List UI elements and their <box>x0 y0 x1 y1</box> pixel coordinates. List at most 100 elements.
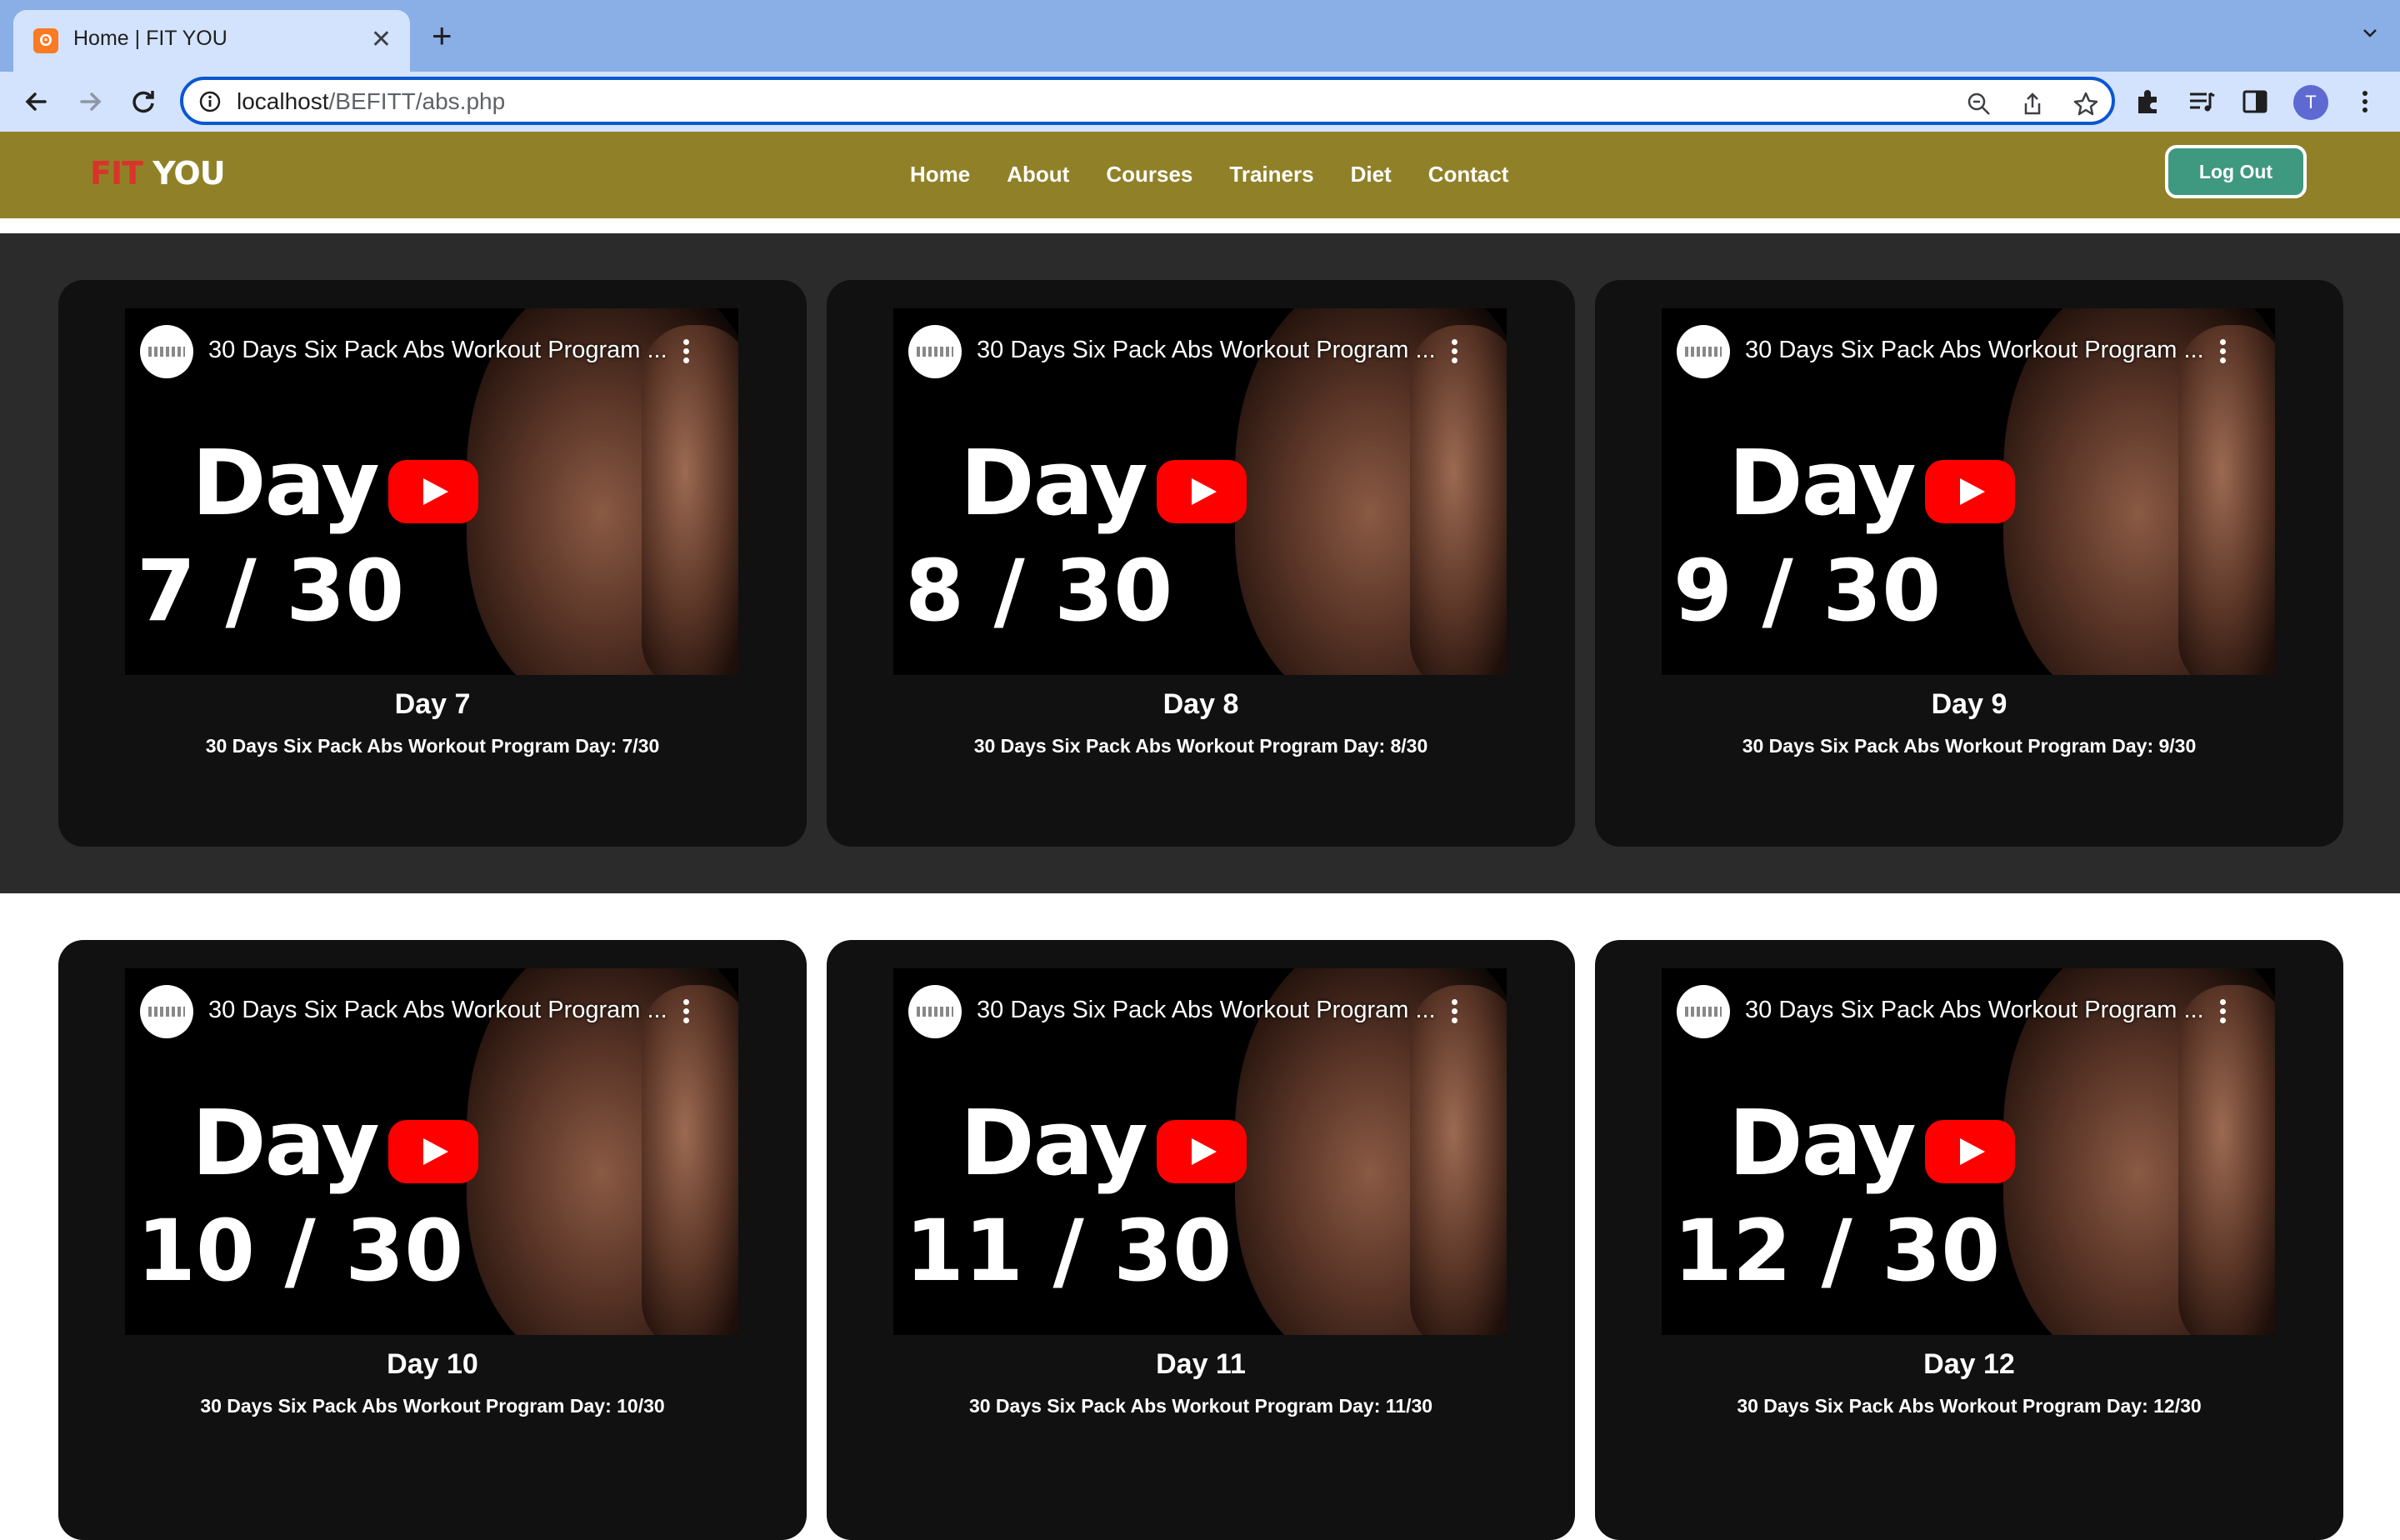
profile-avatar[interactable]: T <box>2293 85 2328 120</box>
thumbnail-day-word: Day <box>960 432 1148 536</box>
video-title[interactable]: 30 Days Six Pack Abs Workout Program ... <box>1745 337 2204 364</box>
channel-avatar-icon[interactable] <box>140 985 193 1038</box>
video-title[interactable]: 30 Days Six Pack Abs Workout Program ... <box>1745 997 2204 1024</box>
video-card: Day 10 / 30 30 Days Six Pack Abs Workout… <box>58 940 807 1540</box>
url-path: /BEFITT/abs.php <box>328 88 506 114</box>
card-description: 30 Days Six Pack Abs Workout Program Day… <box>968 1395 1433 1417</box>
video-more-icon[interactable] <box>2218 997 2227 1027</box>
video-card: Day 12 / 30 30 Days Six Pack Abs Workout… <box>1595 940 2343 1540</box>
video-header: 30 Days Six Pack Abs Workout Program ... <box>140 985 723 1038</box>
video-section-dark: Day 7 / 30 30 Days Six Pack Abs Workout … <box>0 233 2400 893</box>
youtube-play-icon[interactable] <box>1925 1120 2015 1183</box>
thumbnail-day-count: 7 / 30 <box>137 542 405 641</box>
nav-about[interactable]: About <box>1007 162 1069 188</box>
video-title[interactable]: 30 Days Six Pack Abs Workout Program ... <box>977 337 1436 364</box>
browser-tab-active[interactable]: ʘ Home | FIT YOU ✕ <box>13 10 410 72</box>
card-title: Day 7 <box>394 688 471 720</box>
card-title: Day 8 <box>1162 688 1239 720</box>
tab-title: Home | FIT YOU <box>73 27 228 50</box>
tab-close-icon[interactable]: ✕ <box>371 25 392 55</box>
share-icon[interactable] <box>2018 90 2047 118</box>
channel-avatar-icon[interactable] <box>908 985 962 1038</box>
channel-avatar-icon[interactable] <box>908 325 962 378</box>
logout-button[interactable]: Log Out <box>2165 145 2307 198</box>
card-description: 30 Days Six Pack Abs Workout Program Day… <box>1737 1395 2202 1417</box>
nav-trainers[interactable]: Trainers <box>1229 162 1313 188</box>
forward-arrow-icon[interactable] <box>72 83 108 120</box>
zoom-icon[interactable] <box>1965 90 1993 118</box>
video-more-icon[interactable] <box>682 337 690 367</box>
card-description: 30 Days Six Pack Abs Workout Program Day… <box>200 1395 665 1417</box>
card-title: Day 10 <box>387 1348 478 1380</box>
youtube-play-icon[interactable] <box>1157 1120 1247 1183</box>
video-embed[interactable]: Day 10 / 30 30 Days Six Pack Abs Workout… <box>125 968 738 1335</box>
video-card: Day 11 / 30 30 Days Six Pack Abs Workout… <box>827 940 1575 1540</box>
video-embed[interactable]: Day 11 / 30 30 Days Six Pack Abs Workout… <box>893 968 1507 1335</box>
video-title[interactable]: 30 Days Six Pack Abs Workout Program ... <box>208 997 668 1024</box>
video-embed[interactable]: Day 12 / 30 30 Days Six Pack Abs Workout… <box>1662 968 2275 1335</box>
nav-contact[interactable]: Contact <box>1428 162 1509 188</box>
channel-avatar-icon[interactable] <box>1677 985 1730 1038</box>
nav-diet[interactable]: Diet <box>1351 162 1392 188</box>
thumbnail-day-count: 9 / 30 <box>1673 542 1942 641</box>
thumbnail-day-count: 11 / 30 <box>905 1202 1232 1301</box>
channel-avatar-icon[interactable] <box>140 325 193 378</box>
video-title[interactable]: 30 Days Six Pack Abs Workout Program ... <box>208 337 668 364</box>
new-tab-button[interactable]: + <box>432 18 452 53</box>
side-panel-icon[interactable] <box>2240 87 2270 117</box>
media-queue-icon[interactable] <box>2187 87 2217 117</box>
url-host: localhost <box>237 88 329 114</box>
extensions-puzzle-icon[interactable] <box>2133 87 2163 117</box>
youtube-play-icon[interactable] <box>388 1120 478 1183</box>
nav-home[interactable]: Home <box>910 162 970 188</box>
card-description: 30 Days Six Pack Abs Workout Program Day… <box>1742 735 2197 757</box>
youtube-play-icon[interactable] <box>1925 460 2015 523</box>
address-bar[interactable]: localhost/BEFITT/abs.php <box>180 77 2115 125</box>
video-header: 30 Days Six Pack Abs Workout Program ... <box>1677 325 2260 378</box>
brand-fit: FIT <box>90 155 143 192</box>
site-info-icon[interactable] <box>198 90 222 113</box>
xampp-favicon-icon: ʘ <box>33 28 58 53</box>
bookmark-star-icon[interactable] <box>2072 90 2100 118</box>
video-card: Day 8 / 30 30 Days Six Pack Abs Workout … <box>827 280 1575 847</box>
card-title: Day 9 <box>1931 688 2008 720</box>
thumbnail-day-word: Day <box>960 1092 1148 1196</box>
card-title: Day 11 <box>1156 1348 1246 1380</box>
youtube-play-icon[interactable] <box>1157 460 1247 523</box>
video-header: 30 Days Six Pack Abs Workout Program ... <box>908 985 1492 1038</box>
video-embed[interactable]: Day 7 / 30 30 Days Six Pack Abs Workout … <box>125 308 738 675</box>
tab-search-chevron-icon[interactable] <box>2362 25 2378 42</box>
site-logo[interactable]: FIT YOU <box>90 155 226 192</box>
browser-tab-strip: ʘ Home | FIT YOU ✕ + <box>0 0 2400 72</box>
thumbnail-day-count: 12 / 30 <box>1673 1202 2001 1301</box>
url-text: localhost/BEFITT/abs.php <box>237 88 505 115</box>
thumbnail-day-count: 10 / 30 <box>137 1202 464 1301</box>
nav-courses[interactable]: Courses <box>1106 162 1192 188</box>
thumbnail-day-count: 8 / 30 <box>905 542 1173 641</box>
youtube-play-icon[interactable] <box>388 460 478 523</box>
video-more-icon[interactable] <box>1450 997 1458 1027</box>
video-title[interactable]: 30 Days Six Pack Abs Workout Program ... <box>977 997 1436 1024</box>
reload-icon[interactable] <box>125 83 162 120</box>
video-more-icon[interactable] <box>2218 337 2227 367</box>
thumbnail-day-word: Day <box>192 432 380 536</box>
video-header: 30 Days Six Pack Abs Workout Program ... <box>908 325 1492 378</box>
thumbnail-day-word: Day <box>1728 1092 1917 1196</box>
browser-toolbar: localhost/BEFITT/abs.php T <box>0 72 2400 132</box>
card-description: 30 Days Six Pack Abs Workout Program Day… <box>205 735 660 757</box>
video-header: 30 Days Six Pack Abs Workout Program ... <box>1677 985 2260 1038</box>
video-embed[interactable]: Day 9 / 30 30 Days Six Pack Abs Workout … <box>1662 308 2275 675</box>
video-more-icon[interactable] <box>1450 337 1458 367</box>
video-section-light: Day 10 / 30 30 Days Six Pack Abs Workout… <box>0 893 2400 1540</box>
video-more-icon[interactable] <box>682 997 690 1027</box>
back-arrow-icon[interactable] <box>18 83 55 120</box>
video-card: Day 7 / 30 30 Days Six Pack Abs Workout … <box>58 280 807 847</box>
channel-avatar-icon[interactable] <box>1677 325 1730 378</box>
card-description: 30 Days Six Pack Abs Workout Program Day… <box>973 735 1428 757</box>
video-embed[interactable]: Day 8 / 30 30 Days Six Pack Abs Workout … <box>893 308 1507 675</box>
card-title: Day 12 <box>1923 1348 2015 1380</box>
nav-divider <box>0 218 2400 233</box>
browser-menu-kebab-icon[interactable] <box>2350 87 2380 117</box>
video-card: Day 9 / 30 30 Days Six Pack Abs Workout … <box>1595 280 2343 847</box>
site-navbar: FIT YOU Home About Courses Trainers Diet… <box>0 132 2400 218</box>
